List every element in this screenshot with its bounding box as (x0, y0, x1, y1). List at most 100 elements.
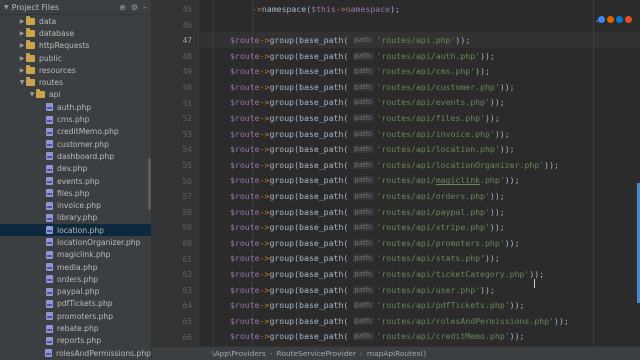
tree-file[interactable]: library.php (0, 212, 151, 224)
tree-file[interactable]: reports.php (0, 335, 151, 347)
tree-item-label: cms.php (57, 115, 90, 125)
chevron-right-icon[interactable]: ▶ (18, 30, 26, 37)
paren: ( (343, 315, 354, 326)
paren: )); (544, 159, 559, 170)
chrome-icon[interactable] (598, 16, 605, 23)
panel-title[interactable]: Project Files (12, 3, 59, 12)
arrow-operator: -> (259, 284, 270, 295)
php-file-icon (46, 189, 53, 198)
variable: $route (230, 144, 260, 155)
php-file-icon (46, 299, 53, 308)
paren: ( (343, 206, 354, 217)
sidebar-scrollbar-thumb[interactable] (148, 158, 151, 210)
project-panel-header[interactable]: ▼ Project Files ⊕ ⚙ – (0, 0, 151, 15)
paren: )); (475, 66, 490, 77)
code-editor[interactable]: 45 46 47 48 49 50 51 52 53 54 55 56 57 58 59 60 61 62 63 64… (152, 0, 640, 346)
variable: $route (230, 34, 260, 45)
tree-item-label: orders.php (57, 274, 99, 284)
tree-file[interactable]: cms.php (0, 113, 151, 125)
paren: ( (343, 128, 354, 139)
folder-icon (26, 15, 35, 25)
chevron-right-icon[interactable]: ▶ (18, 42, 26, 49)
line-number: 47 (182, 36, 192, 46)
paren: ( (343, 331, 354, 342)
method-name: group (269, 284, 295, 295)
tree-file[interactable]: dev.php (0, 163, 151, 175)
chevron-down-icon[interactable]: ▼ (4, 4, 9, 11)
method-name: group (269, 34, 295, 45)
line-number: 52 (182, 114, 192, 124)
breadcrumb-item-class[interactable]: RouteServiceProvider (277, 349, 356, 358)
tree-file[interactable]: creditMemo.php (0, 126, 151, 138)
tree-file[interactable]: rebate.php (0, 322, 151, 334)
line-number: 54 (182, 145, 192, 155)
tree-folder[interactable]: ▶ httpRequests (0, 40, 151, 52)
function-name: base_path (299, 284, 344, 295)
line-number: 45 (182, 5, 192, 14)
firefox-icon[interactable] (607, 16, 614, 23)
breadcrumb-item-method[interactable]: mapApiRoutes() (367, 349, 426, 358)
arrow-operator: -> (259, 175, 270, 186)
tree-item-label: locationOrganizer.php (57, 237, 141, 247)
breadcrumb-item-namespace[interactable]: \App\Providers (212, 349, 266, 358)
paren: ( (343, 284, 354, 295)
arrow-operator: -> (259, 190, 270, 201)
arrow-operator: -> (259, 159, 270, 170)
chevron-right-icon[interactable]: ▶ (18, 55, 26, 62)
tree-folder[interactable]: ▶ public (0, 52, 151, 64)
php-file-icon (46, 336, 53, 345)
parameter-hint: path: (353, 316, 374, 325)
line-number: 59 (182, 223, 192, 233)
tree-file[interactable]: rolesAndPermissions.php (0, 347, 151, 359)
arrow-operator: -> (259, 237, 270, 248)
tree-file[interactable]: customer.php (0, 138, 151, 150)
tree-file[interactable]: locationOrganizer.php (0, 236, 151, 248)
arrow-operator: -> (259, 66, 270, 77)
method-name: group (269, 97, 295, 108)
tree-file[interactable]: media.php (0, 261, 151, 273)
php-file-icon (46, 115, 53, 124)
tree-file[interactable]: location.php (0, 224, 151, 237)
variable: $route (230, 300, 260, 311)
tree-file[interactable]: dashboard.php (0, 150, 151, 162)
tree-file[interactable]: events.php (0, 175, 151, 187)
settings-gear-icon[interactable]: ⚙ (131, 3, 138, 12)
function-name: base_path (299, 81, 344, 92)
arrow-operator: -> (259, 34, 270, 45)
tree-file[interactable]: invoice.php (0, 199, 151, 211)
tree-file[interactable]: magiclink.php (0, 249, 151, 261)
minimize-icon[interactable]: – (143, 3, 147, 12)
code-line: $route -> group(base_path( path:'routes/ap… (199, 251, 500, 267)
html5-icon[interactable] (625, 16, 632, 23)
locate-icon[interactable]: ⊕ (119, 3, 126, 12)
chevron-right-icon[interactable]: ▶ (18, 18, 26, 25)
chevron-right-icon[interactable]: ▶ (18, 67, 26, 74)
property: namespace (345, 3, 391, 14)
tree-file[interactable]: files.php (0, 187, 151, 199)
string-literal: 'routes/api/paypal.php' (376, 206, 490, 217)
variable: $route (230, 237, 260, 248)
method-name: group (269, 81, 295, 92)
arrow-operator: -> (259, 50, 270, 61)
tree-folder[interactable]: ▶ resources (0, 64, 151, 76)
tree-file[interactable]: auth.php (0, 101, 151, 113)
chevron-down-icon[interactable]: ▼ (18, 79, 26, 86)
tree-file[interactable]: paypal.php (0, 286, 151, 298)
chevron-down-icon[interactable]: ▼ (28, 91, 36, 98)
tree-file[interactable]: pdfTickets.php (0, 298, 151, 310)
tree-folder[interactable]: ▼ api (0, 89, 151, 101)
tree-file[interactable]: orders.php (0, 273, 151, 285)
tree-folder[interactable]: ▶ data (0, 15, 151, 27)
tree-folder[interactable]: ▼ routes (0, 76, 151, 88)
parameter-hint: path: (353, 98, 374, 107)
tree-file[interactable]: promoters.php (0, 310, 151, 322)
code-area[interactable]: -> namespace($this -> namespace); $route -> gr… (199, 0, 640, 346)
edge-icon[interactable] (616, 16, 623, 23)
paren: ); (390, 3, 400, 14)
function-name: base_path (299, 34, 344, 45)
line-number: 55 (182, 161, 192, 170)
php-file-icon (46, 275, 53, 284)
breadcrumb-separator: › (359, 349, 363, 358)
tree-folder[interactable]: ▶ database (0, 27, 151, 39)
code-line: $route -> group(base_path( path:'routes/ap… (199, 79, 515, 95)
